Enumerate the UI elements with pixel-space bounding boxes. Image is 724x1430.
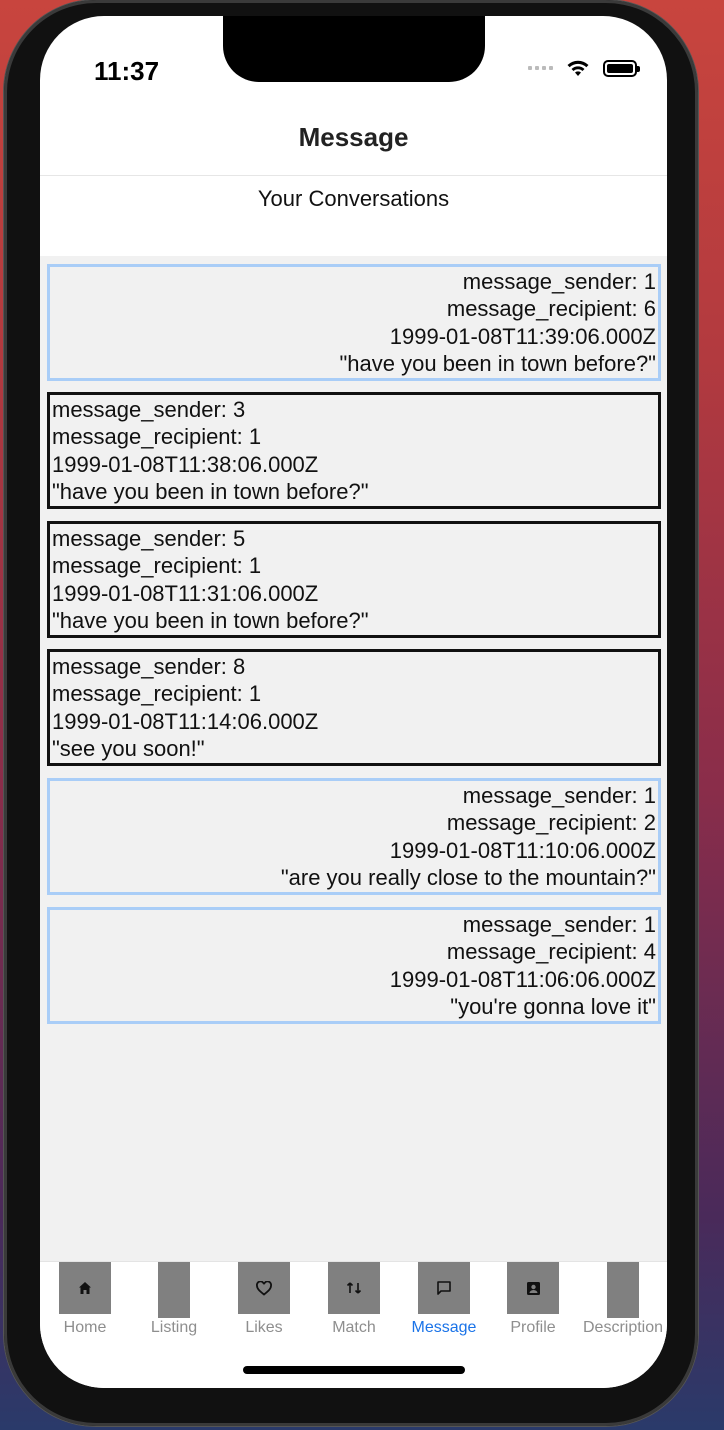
description-icon <box>607 1262 639 1318</box>
tab-label: Profile <box>510 1319 556 1336</box>
tab-profile[interactable]: Profile <box>488 1262 578 1337</box>
home-icon <box>59 1262 111 1314</box>
tab-listing[interactable]: Listing <box>129 1262 219 1337</box>
conversation-list[interactable]: message_sender: 1 message_recipient: 6 1… <box>40 256 667 1262</box>
message-sender: message_sender: 3 <box>52 397 246 422</box>
tab-match[interactable]: Match <box>309 1262 399 1337</box>
message-recipient: message_recipient: 2 <box>446 810 656 836</box>
page-subtitle: Your Conversations <box>257 186 450 211</box>
message-card[interactable]: message_sender: 8 message_recipient: 1 1… <box>47 649 661 767</box>
message-card[interactable]: message_sender: 5 message_recipient: 1 1… <box>47 521 661 639</box>
message-text: "have you been in town before?" <box>52 607 369 633</box>
header-divider <box>40 175 667 176</box>
message-sender: message_sender: 1 <box>462 783 656 808</box>
screen: 11:37 Message Your Conversations message… <box>40 16 667 1388</box>
tab-message[interactable]: Message <box>399 1262 489 1337</box>
heart-icon <box>238 1262 290 1314</box>
home-indicator[interactable] <box>243 1366 465 1374</box>
message-sender: message_sender: 5 <box>52 526 246 551</box>
tab-label: Likes <box>245 1319 283 1336</box>
message-sender: message_sender: 1 <box>462 269 656 294</box>
message-timestamp: 1999-01-08T11:14:06.000Z <box>52 708 319 734</box>
profile-icon <box>507 1262 559 1314</box>
message-recipient: message_recipient: 1 <box>52 424 262 450</box>
message-card[interactable]: message_sender: 1 message_recipient: 6 1… <box>47 264 661 382</box>
message-card[interactable]: message_sender: 3 message_recipient: 1 1… <box>47 392 661 510</box>
signal-icon <box>528 66 553 70</box>
message-text: "are you really close to the mountain?" <box>280 864 656 890</box>
message-recipient: message_recipient: 1 <box>52 681 262 707</box>
message-timestamp: 1999-01-08T11:31:06.000Z <box>52 580 319 606</box>
tab-label: Match <box>332 1319 376 1336</box>
tab-label: Home <box>63 1319 107 1336</box>
message-card[interactable]: message_sender: 1 message_recipient: 4 1… <box>47 907 661 1025</box>
tab-description[interactable]: Description <box>578 1262 667 1337</box>
message-timestamp: 1999-01-08T11:39:06.000Z <box>389 323 656 349</box>
message-sender: message_sender: 8 <box>52 654 246 679</box>
tab-label: Listing <box>150 1319 198 1336</box>
message-card[interactable]: message_sender: 1 message_recipient: 2 1… <box>47 778 661 896</box>
tab-label: Message <box>411 1319 477 1336</box>
message-timestamp: 1999-01-08T11:10:06.000Z <box>389 837 656 863</box>
tab-home[interactable]: Home <box>40 1262 130 1337</box>
listing-icon <box>158 1262 190 1318</box>
page-title: Message <box>298 122 409 152</box>
message-text: "have you been in town before?" <box>52 478 369 504</box>
status-time: 11:37 <box>94 56 160 86</box>
match-icon <box>328 1262 380 1314</box>
message-recipient: message_recipient: 1 <box>52 553 262 579</box>
chat-icon <box>418 1262 470 1314</box>
message-timestamp: 1999-01-08T11:38:06.000Z <box>52 451 319 477</box>
message-text: "see you soon!" <box>52 735 205 761</box>
message-text: "have you been in town before?" <box>339 350 656 376</box>
tab-label: Description <box>582 1319 664 1336</box>
tab-bar: Home Listing Likes Match Message Profile… <box>40 1261 667 1388</box>
message-timestamp: 1999-01-08T11:06:06.000Z <box>389 966 656 992</box>
message-recipient: message_recipient: 6 <box>446 296 656 322</box>
notch <box>223 16 485 82</box>
message-text: "you're gonna love it" <box>450 993 656 1019</box>
battery-icon <box>603 59 640 77</box>
message-recipient: message_recipient: 4 <box>446 939 656 965</box>
message-sender: message_sender: 1 <box>462 912 656 937</box>
status-icons <box>528 58 640 78</box>
tab-likes[interactable]: Likes <box>219 1262 309 1337</box>
phone-frame: 11:37 Message Your Conversations message… <box>4 0 698 1426</box>
wifi-icon <box>567 60 589 76</box>
